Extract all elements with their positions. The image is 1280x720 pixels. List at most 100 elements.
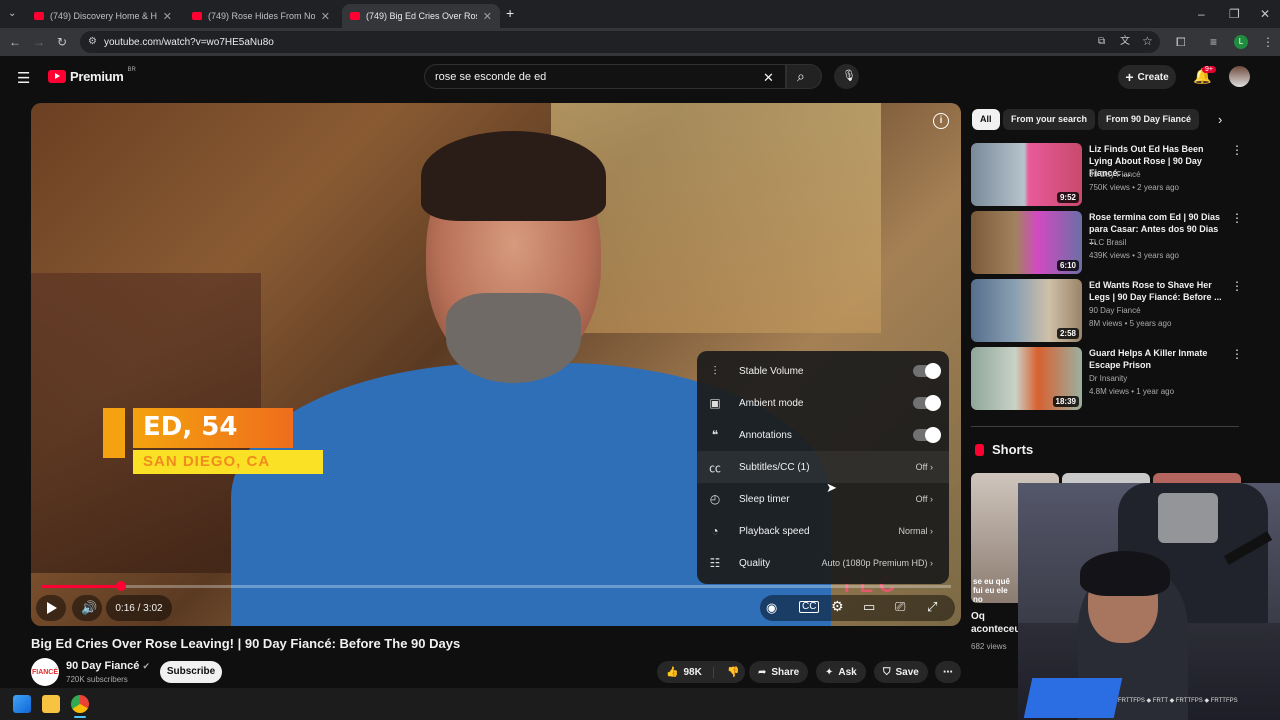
translate-icon[interactable]: 文	[1120, 36, 1130, 48]
tab-discovery[interactable]: (749) Discovery Home & Health ✕	[26, 4, 180, 28]
thumbs-down-icon: 👎	[727, 666, 740, 678]
settings-menu: ⫶ Stable Volume ▣ Ambient mode ❝ Annotat…	[697, 351, 949, 584]
youtube-favicon-icon	[34, 12, 44, 20]
setting-playback-speed[interactable]: ◔ Playback speed Normal ›	[697, 515, 949, 547]
tab-title: (749) Discovery Home & Health	[50, 11, 157, 21]
related-thumbnail[interactable]: 18:39	[971, 347, 1082, 410]
setting-sleep-timer[interactable]: ◴ Sleep timer Off ›	[697, 483, 949, 515]
related-channel: Dr Insanity	[1089, 374, 1128, 383]
video-duration: 2:58	[1056, 328, 1079, 339]
clear-search-icon[interactable]: ✕	[763, 70, 774, 86]
more-vertical-icon[interactable]: ⋮	[1231, 279, 1243, 293]
mouse-cursor-icon: ➤	[826, 480, 837, 495]
address-bar[interactable]: ⚙ youtube.com/watch?v=wo7HE5aNu8o ⧉ 文 ☆	[80, 31, 1160, 53]
chip-from-your-search[interactable]: From your search	[1003, 109, 1096, 130]
subscribe-button[interactable]: Subscribe	[160, 661, 222, 683]
cc-icon: ㏄	[708, 460, 721, 475]
play-icon	[47, 602, 57, 614]
account-avatar[interactable]	[1229, 66, 1250, 87]
tab-close-icon[interactable]: ✕	[163, 10, 172, 23]
setting-subtitles[interactable]: ㏄ Subtitles/CC (1) Off ›	[697, 451, 949, 483]
ambient-mode-icon: ▣	[709, 396, 721, 410]
channel-avatar[interactable]: FIANCÉ	[31, 658, 59, 686]
setting-label: Sleep timer	[739, 493, 790, 505]
save-button[interactable]: ⛉ Save	[874, 661, 928, 683]
video-info-icon[interactable]: i	[933, 113, 949, 129]
windows-taskbar	[0, 688, 1018, 720]
windows-start-icon[interactable]	[13, 695, 31, 713]
share-button[interactable]: ➦ Share	[749, 661, 809, 683]
forward-icon[interactable]: →	[33, 36, 45, 48]
autoplay-toggle-icon[interactable]: ◉	[766, 601, 777, 614]
chrome-taskbar-icon[interactable]	[71, 695, 89, 713]
more-actions-button[interactable]: ⋯	[935, 661, 961, 683]
setting-annotations[interactable]: ❝ Annotations	[697, 419, 949, 451]
voice-search-button[interactable]: 🎙	[834, 64, 859, 89]
fullscreen-icon[interactable]: ⤢	[927, 600, 937, 613]
setting-value: Auto (1080p Premium HD) ›	[821, 558, 933, 568]
annotations-toggle[interactable]	[913, 427, 941, 443]
progress-bar[interactable]	[41, 581, 951, 591]
mute-button[interactable]: 🔊	[72, 595, 102, 621]
youtube-logo[interactable]: Premium BR	[48, 67, 136, 84]
new-tab-button[interactable]: +	[506, 6, 514, 20]
back-icon[interactable]: ←	[9, 36, 21, 48]
reading-list-icon[interactable]: ≡	[1210, 36, 1217, 48]
restore-icon[interactable]: ❐	[1229, 8, 1240, 20]
dislike-button[interactable]: 👎	[719, 667, 739, 678]
search-button[interactable]: ⌕	[786, 64, 822, 89]
ask-button[interactable]: ✦ Ask	[816, 661, 866, 683]
ambient-mode-toggle[interactable]	[913, 395, 941, 411]
subtitles-icon[interactable]: CC	[799, 601, 820, 613]
file-explorer-icon[interactable]	[42, 695, 60, 713]
related-video[interactable]: 18:39 Guard Helps A Killer Inmate Escape…	[971, 347, 1246, 411]
setting-stable-volume[interactable]: ⫶ Stable Volume	[697, 355, 949, 387]
related-video[interactable]: 9:52 Liz Finds Out Ed Has Been Lying Abo…	[971, 143, 1246, 207]
plus-icon: +	[1125, 69, 1134, 85]
channel-name[interactable]: 90 Day Fiancé ✔	[66, 660, 150, 672]
tab-close-icon[interactable]: ✕	[483, 10, 492, 23]
subscriber-count: 720K subscribers	[66, 675, 128, 684]
video-duration: 9:52	[1056, 192, 1079, 203]
cast-icon[interactable]: ⎚	[895, 600, 905, 613]
chip-from-90-day-fiance[interactable]: From 90 Day Fiancé	[1098, 109, 1200, 130]
search-query: rose se esconde de ed	[435, 70, 547, 83]
tab-big-ed-cries[interactable]: (749) Big Ed Cries Over Rose Le ✕	[342, 4, 500, 28]
theater-mode-icon[interactable]: ▭	[863, 600, 875, 613]
install-icon[interactable]: ⧉	[1098, 36, 1105, 48]
more-vertical-icon[interactable]: ⋮	[1231, 143, 1243, 157]
profile-avatar[interactable]: L	[1234, 35, 1248, 49]
lower-third-name: ED, 54	[133, 408, 293, 448]
site-info-icon[interactable]: ⚙	[88, 36, 97, 48]
tab-close-icon[interactable]: ✕	[321, 10, 330, 23]
search-input[interactable]: rose se esconde de ed ✕	[424, 64, 786, 89]
chip-all[interactable]: All	[972, 109, 1000, 130]
setting-label: Subtitles/CC (1)	[739, 461, 810, 473]
bookmark-star-icon[interactable]: ☆	[1142, 35, 1153, 47]
related-thumbnail[interactable]: 6:10	[971, 211, 1082, 274]
create-button[interactable]: + Create	[1118, 65, 1176, 89]
hamburger-menu-icon[interactable]: ☰	[17, 69, 30, 87]
related-video[interactable]: 6:10 Rose termina com Ed | 90 Dias para …	[971, 211, 1246, 275]
more-vertical-icon[interactable]: ⋮	[1231, 211, 1243, 225]
setting-quality[interactable]: ☷ Quality Auto (1080p Premium HD) ›	[697, 547, 949, 579]
minimize-icon[interactable]: –	[1198, 8, 1205, 20]
streamer-logo	[1023, 678, 1123, 718]
play-button[interactable]	[36, 595, 66, 621]
close-icon[interactable]: ✕	[1260, 8, 1270, 20]
setting-ambient-mode[interactable]: ▣ Ambient mode	[697, 387, 949, 419]
stable-volume-toggle[interactable]	[913, 363, 941, 379]
more-vertical-icon[interactable]: ⋮	[1231, 347, 1243, 361]
related-video[interactable]: 2:58 Ed Wants Rose to Shave Her Legs | 9…	[971, 279, 1246, 343]
lower-third-bar	[103, 408, 125, 458]
settings-gear-icon[interactable]: ⚙	[831, 599, 844, 613]
related-thumbnail[interactable]: 2:58	[971, 279, 1082, 342]
reload-icon[interactable]: ↻	[57, 36, 67, 48]
like-button[interactable]: 👍 98K	[657, 666, 714, 678]
extensions-icon[interactable]: ⧠	[1176, 36, 1186, 48]
tab-rose-hides[interactable]: (749) Rose Hides From No Neck ✕	[184, 4, 338, 28]
tab-search-icon[interactable]: ⌄	[8, 8, 16, 20]
related-thumbnail[interactable]: 9:52	[971, 143, 1082, 206]
chips-next-chevron-icon[interactable]: ›	[1218, 112, 1222, 127]
chrome-menu-icon[interactable]: ⋮	[1262, 36, 1274, 48]
